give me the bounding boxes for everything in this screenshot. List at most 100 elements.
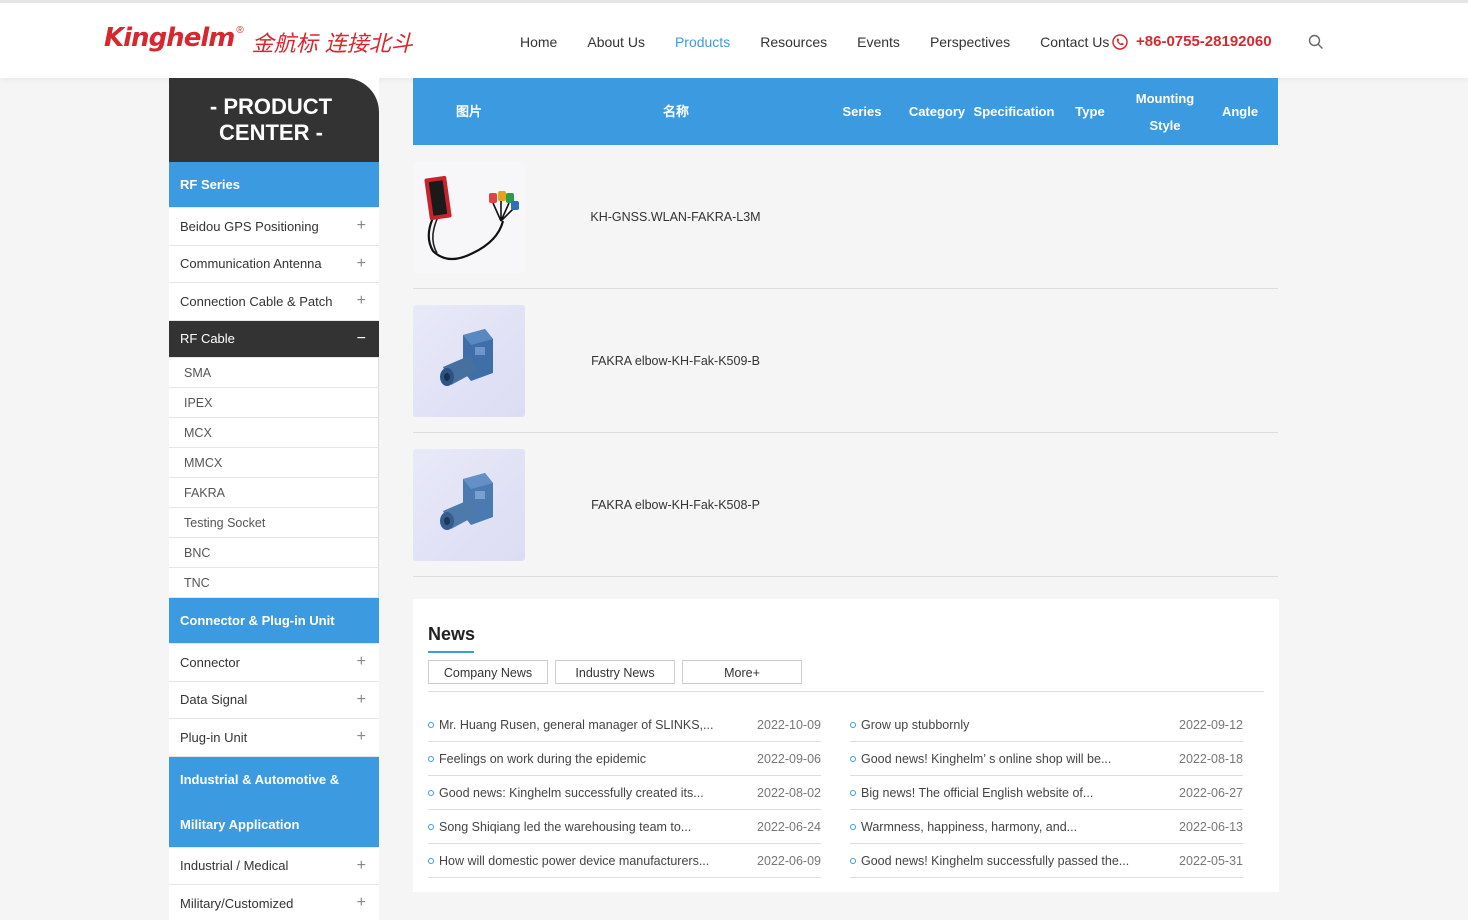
product-name[interactable]: FAKRA elbow-KH-Fak-K508-P <box>543 433 808 577</box>
nav-about-us[interactable]: About Us <box>572 3 660 81</box>
sidebar-subitem-bnc[interactable]: BNC <box>169 538 379 568</box>
sidebar-item-data-signal[interactable]: Data Signal + <box>169 681 379 719</box>
sidebar-item-label: Beidou GPS Positioning <box>180 218 319 234</box>
news-item[interactable]: Good news! Kinghelm successfully passed … <box>850 844 1243 878</box>
news-item-title: Song Shiqiang led the warehousing team t… <box>439 819 692 834</box>
nav-perspectives[interactable]: Perspectives <box>915 3 1025 81</box>
product-sidebar: - PRODUCT CENTER - RF Series Beidou GPS … <box>169 78 379 920</box>
news-item[interactable]: Mr. Huang Rusen, general manager of SLIN… <box>428 708 821 742</box>
divider <box>428 691 1264 692</box>
news-item[interactable]: Song Shiqiang led the warehousing team t… <box>428 810 821 844</box>
news-item[interactable]: Big news! The official English website o… <box>850 776 1243 810</box>
news-title: News <box>428 624 476 644</box>
expand-icon[interactable]: + <box>357 653 366 671</box>
product-row[interactable]: FAKRA elbow-KH-Fak-K509-B <box>413 289 1278 433</box>
sidebar-item-beidou-gps[interactable]: Beidou GPS Positioning + <box>169 208 379 246</box>
sidebar-item-rf-cable[interactable]: RF Cable − <box>169 320 379 358</box>
product-row[interactable]: FAKRA elbow-KH-Fak-K508-P <box>413 433 1278 577</box>
product-image-fakra-k508[interactable] <box>413 449 525 561</box>
product-name[interactable]: FAKRA elbow-KH-Fak-K509-B <box>543 289 808 433</box>
sidebar-item-communication-antenna[interactable]: Communication Antenna + <box>169 245 379 283</box>
product-image-gnss-cable[interactable] <box>413 161 525 273</box>
site-header: Kinghelm ® 金航标 连接北斗 Home About Us Produc… <box>0 0 1468 81</box>
news-item-title: Mr. Huang Rusen, general manager of SLIN… <box>439 717 714 732</box>
sidebar-item-industrial-medical[interactable]: Industrial / Medical + <box>169 847 379 885</box>
news-item[interactable]: Warmness, happiness, harmony, and... 202… <box>850 810 1243 844</box>
news-item-title: Warmness, happiness, harmony, and... <box>861 819 1078 834</box>
expand-icon[interactable]: + <box>357 728 366 746</box>
sidebar-subitem-sma[interactable]: SMA <box>169 358 379 388</box>
sidebar-item-connector[interactable]: Connector + <box>169 644 379 682</box>
sidebar-item-military-customized[interactable]: Military/Customized + <box>169 885 379 920</box>
tab-industry-news[interactable]: Industry News <box>555 660 675 684</box>
sidebar-item-label: RF Cable <box>180 331 235 347</box>
logo-registered-mark: ® <box>236 25 244 36</box>
sidebar-item-plugin-unit[interactable]: Plug-in Unit + <box>169 719 379 757</box>
product-image-fakra-k509[interactable] <box>413 305 525 417</box>
news-item-date: 2022-06-13 <box>1179 819 1243 834</box>
column-header-name: 名称 <box>662 104 689 119</box>
sidebar-subitem-mcx[interactable]: MCX <box>169 418 379 448</box>
phone-contact[interactable]: +86-0755-28192060 <box>1112 33 1272 50</box>
sidebar-item-connection-cable[interactable]: Connection Cable & Patch + <box>169 283 379 321</box>
product-table-header: 图片 名称 Series Category Specification Type… <box>413 78 1278 145</box>
news-list-left: Mr. Huang Rusen, general manager of SLIN… <box>428 708 821 878</box>
expand-icon[interactable]: + <box>357 255 366 273</box>
sidebar-subitem-fakra[interactable]: FAKRA <box>169 478 379 508</box>
expand-icon[interactable]: + <box>357 217 366 235</box>
search-icon[interactable] <box>1308 34 1324 50</box>
logo-chinese-slogan: 金航标 连接北斗 <box>251 32 413 57</box>
bullet-icon <box>850 790 856 797</box>
sidebar-subitem-tnc[interactable]: TNC <box>169 568 379 598</box>
expand-icon[interactable]: + <box>357 292 366 310</box>
nav-resources[interactable]: Resources <box>745 3 842 81</box>
news-item-date: 2022-06-24 <box>757 819 821 834</box>
nav-home[interactable]: Home <box>505 3 572 81</box>
nav-events[interactable]: Events <box>842 3 915 81</box>
mounting-header-line2: Style <box>1149 117 1181 133</box>
bullet-icon <box>850 824 856 831</box>
news-item[interactable]: Grow up stubbornly 2022-09-12 <box>850 708 1243 742</box>
sidebar-item-label: Plug-in Unit <box>180 729 248 745</box>
news-item-date: 2022-10-09 <box>757 717 821 732</box>
nav-products[interactable]: Products <box>660 3 745 81</box>
category-connector-plugin[interactable]: Connector & Plug-in Unit <box>169 598 379 644</box>
news-item[interactable]: Feelings on work during the epidemic 202… <box>428 742 821 776</box>
category-label-line1: Industrial & Automotive & <box>180 771 340 787</box>
product-row[interactable]: KH-GNSS.WLAN-FAKRA-L3M <box>413 145 1278 289</box>
sidebar-item-label: Data Signal <box>180 692 248 708</box>
product-name[interactable]: KH-GNSS.WLAN-FAKRA-L3M <box>543 145 808 289</box>
news-item-date: 2022-08-02 <box>757 785 821 800</box>
category-rf-series[interactable]: RF Series <box>169 162 379 208</box>
news-item[interactable]: Good news: Kinghelm successfully created… <box>428 776 821 810</box>
category-industrial-automotive-military[interactable]: Industrial & Automotive & Military Appli… <box>169 756 379 848</box>
column-header-category: Category <box>908 104 966 119</box>
column-header-specification: Specification <box>973 104 1055 119</box>
news-item[interactable]: Good news! Kinghelm’ s online shop will … <box>850 742 1243 776</box>
bullet-icon <box>428 858 434 865</box>
sidebar-subitem-mmcx[interactable]: MMCX <box>169 448 379 478</box>
collapse-icon[interactable]: − <box>357 330 366 348</box>
news-item-date: 2022-06-09 <box>757 853 821 868</box>
sidebar-subitem-testing-socket[interactable]: Testing Socket <box>169 508 379 538</box>
more-news-button[interactable]: More+ <box>682 660 802 684</box>
kinghelm-logo[interactable]: Kinghelm ® 金航标 连接北斗 <box>104 23 413 58</box>
news-item-date: 2022-09-06 <box>757 751 821 766</box>
expand-icon[interactable]: + <box>357 857 366 875</box>
product-center-title-line1: - PRODUCT <box>209 94 333 119</box>
column-header-image: 图片 <box>455 104 482 119</box>
news-tabs: Company News Industry News More+ <box>428 660 809 684</box>
news-item-date: 2022-06-27 <box>1179 785 1243 800</box>
news-item-title: Good news! Kinghelm successfully passed … <box>861 853 1130 868</box>
nav-contact-us[interactable]: Contact Us <box>1025 3 1124 81</box>
news-item[interactable]: How will domestic power device manufactu… <box>428 844 821 878</box>
main-nav: Home About Us Products Resources Events … <box>505 3 1124 81</box>
news-item-title: Big news! The official English website o… <box>861 785 1094 800</box>
expand-icon[interactable]: + <box>357 691 366 709</box>
sidebar-subitem-ipex[interactable]: IPEX <box>169 388 379 418</box>
expand-icon[interactable]: + <box>357 894 366 912</box>
news-item-title: Good news! Kinghelm’ s online shop will … <box>861 751 1112 766</box>
bullet-icon <box>428 824 434 831</box>
tab-company-news[interactable]: Company News <box>428 660 548 684</box>
phone-number: +86-0755-28192060 <box>1136 33 1272 50</box>
